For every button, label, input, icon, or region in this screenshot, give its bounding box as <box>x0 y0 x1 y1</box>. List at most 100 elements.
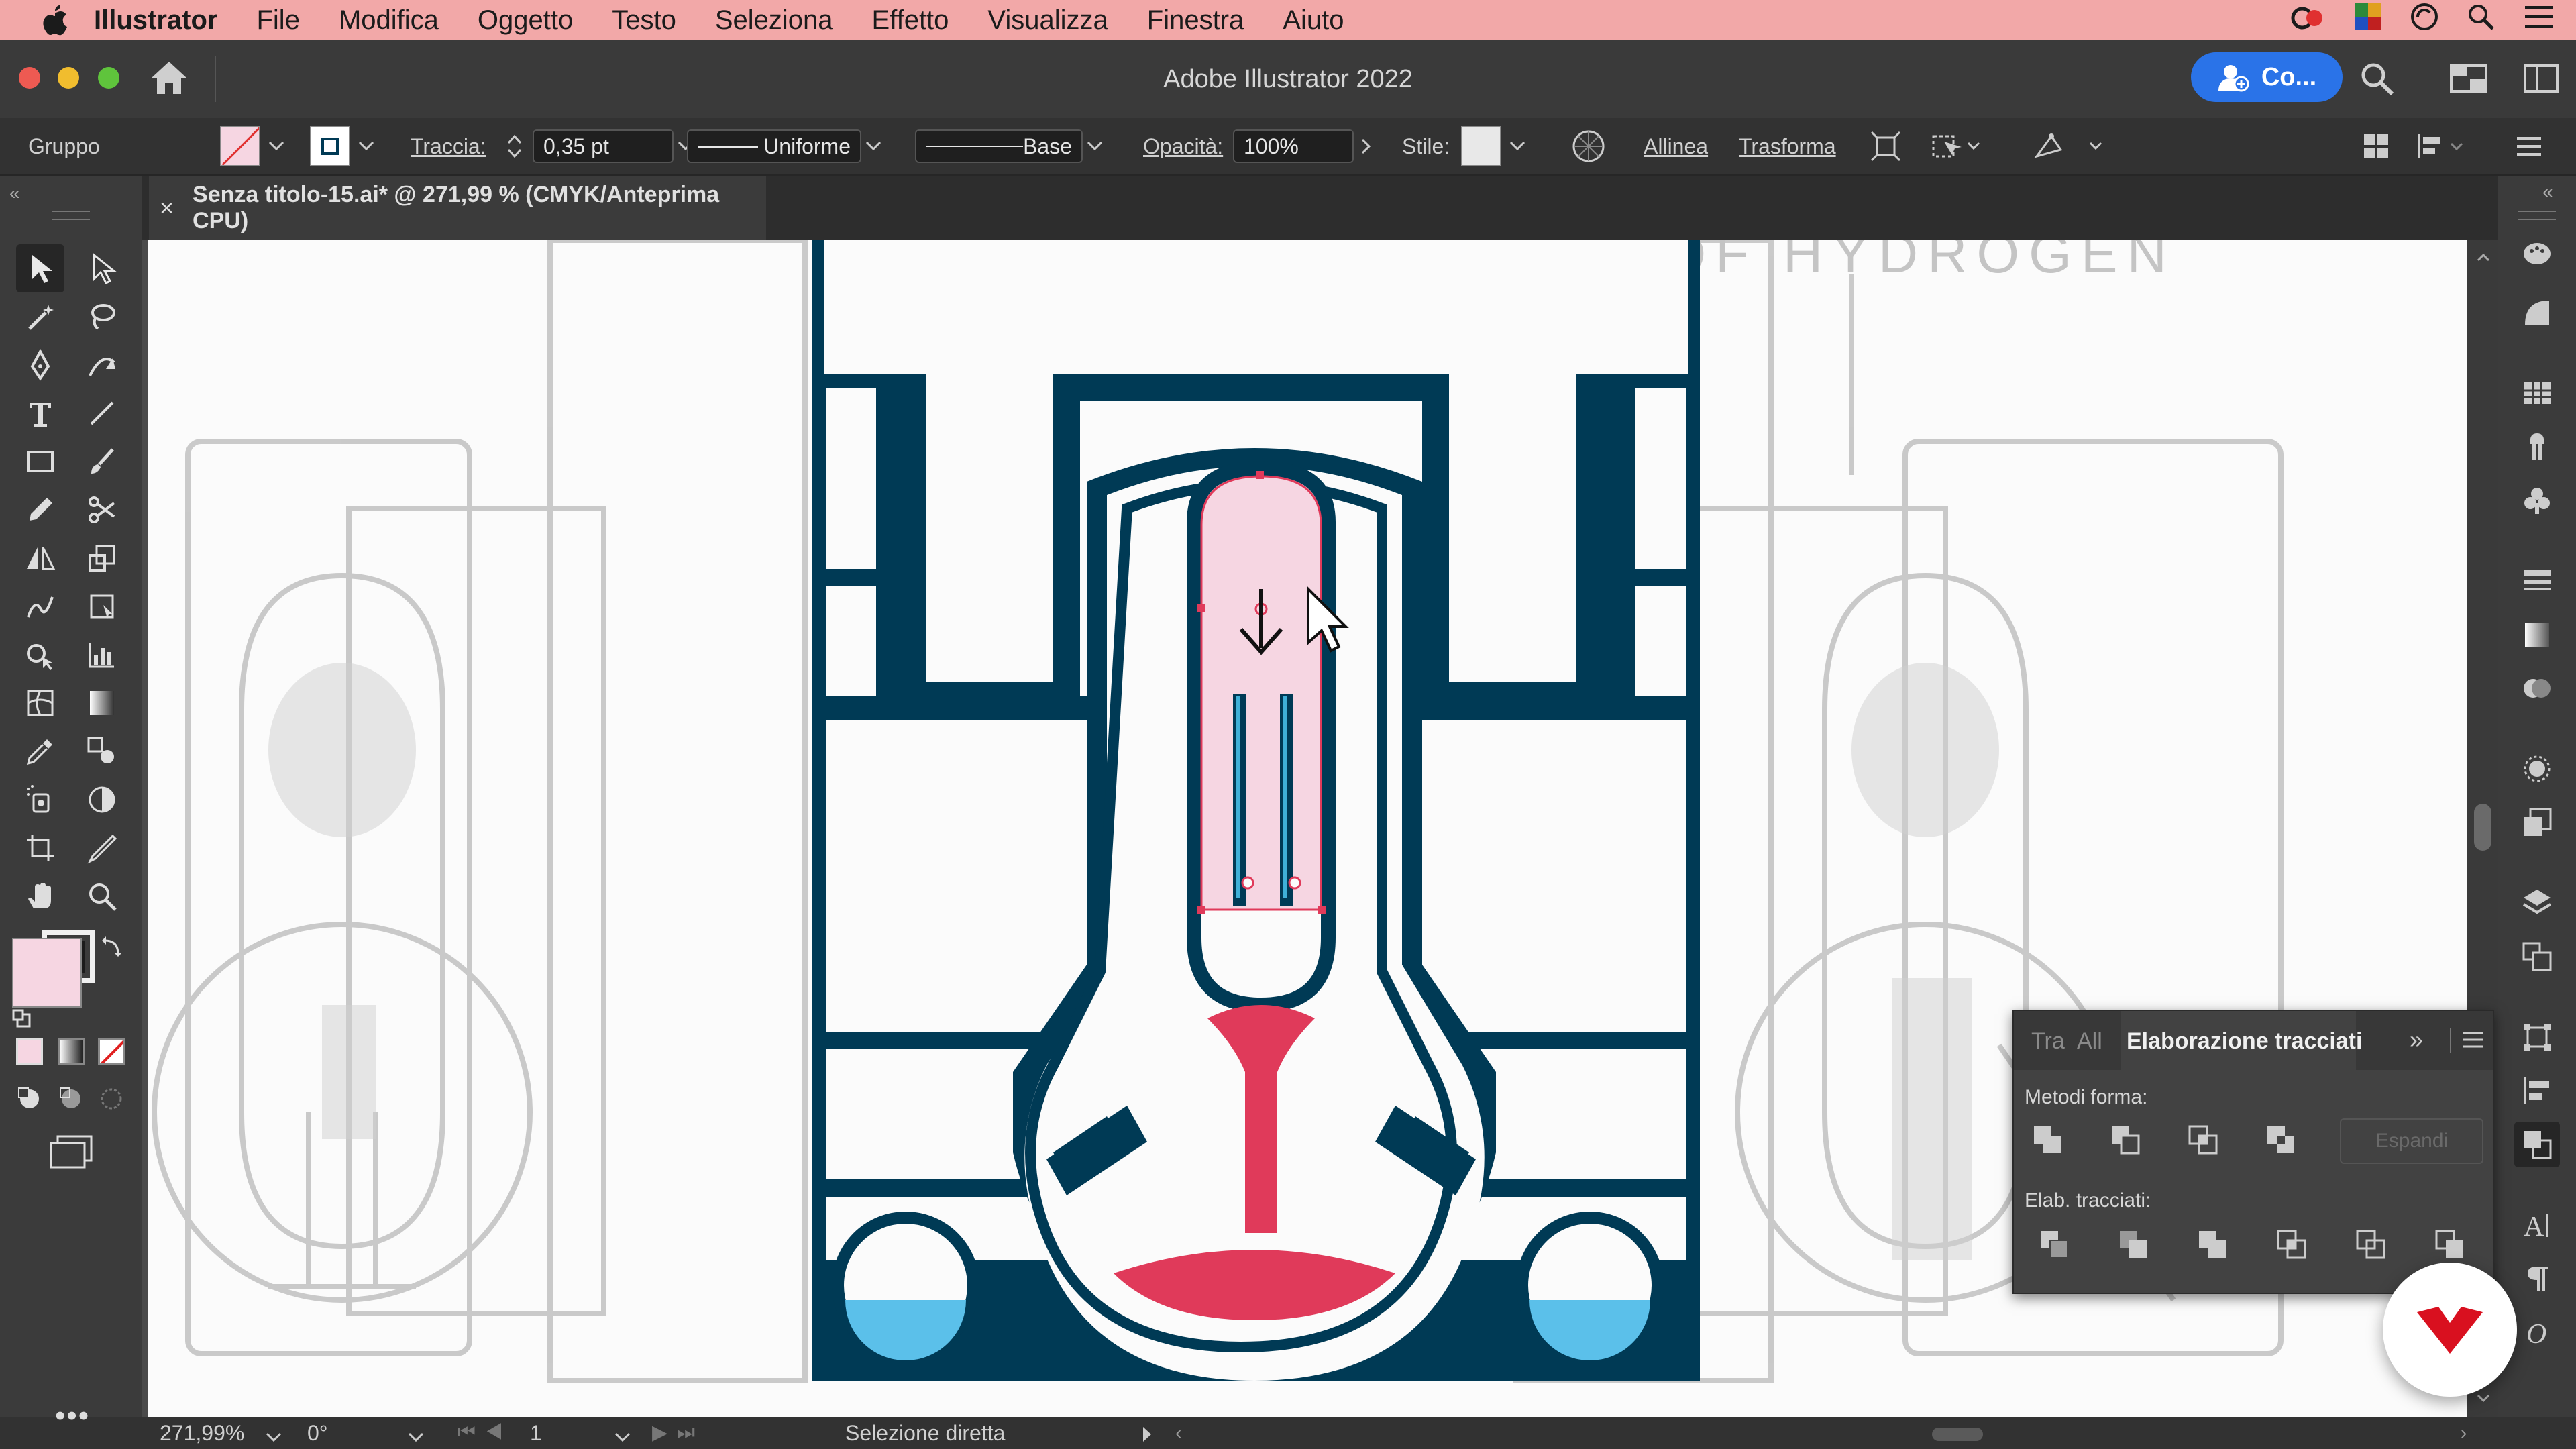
menu-app-name[interactable]: Illustrator <box>94 5 217 36</box>
line-segment-tool-icon[interactable] <box>78 389 126 437</box>
align-options-icon[interactable] <box>2415 118 2469 174</box>
zoom-chevron-icon[interactable] <box>266 1424 282 1448</box>
menu-seleziona[interactable]: Seleziona <box>715 5 833 36</box>
pathfinder-panel-icon[interactable] <box>2514 1122 2560 1167</box>
minimize-window-button[interactable] <box>58 67 79 89</box>
reflect-tool-icon[interactable] <box>16 534 64 582</box>
free-transform-tool-icon[interactable] <box>78 582 126 631</box>
artboard-number-field[interactable]: 1 <box>530 1418 542 1448</box>
rectangle-tool-icon[interactable] <box>16 437 64 486</box>
menu-file[interactable]: File <box>256 5 299 36</box>
puppet-warp-icon[interactable] <box>2031 118 2105 174</box>
character-panel-icon[interactable]: A <box>2514 1202 2560 1248</box>
brush-chevron-icon[interactable] <box>1083 129 1107 163</box>
minus-front-icon[interactable] <box>2104 1118 2147 1161</box>
fill-color-swatch[interactable] <box>12 938 82 1008</box>
status-menu-arrow-icon[interactable] <box>1142 1424 1152 1448</box>
stroke-dropdown-chevron-icon[interactable] <box>354 129 378 163</box>
type-tool-icon[interactable] <box>16 389 64 437</box>
blend-tool-icon[interactable] <box>78 727 126 775</box>
brushes-panel-icon[interactable] <box>2514 424 2560 470</box>
pencil-tool-icon[interactable] <box>16 486 64 534</box>
selection-tool-icon[interactable] <box>16 244 64 292</box>
scale-tool-icon[interactable] <box>78 534 126 582</box>
zoom-tool-icon[interactable] <box>78 872 126 920</box>
menu-visualizza[interactable]: Visualizza <box>987 5 1108 36</box>
symbol-sprayer-tool-icon[interactable] <box>16 775 64 824</box>
shape-builder-tool-icon[interactable] <box>16 631 64 679</box>
isolate-group-icon[interactable] <box>1869 118 1902 174</box>
opacity-label[interactable]: Opacità: <box>1143 118 1223 174</box>
draw-normal-icon[interactable] <box>16 1085 43 1112</box>
zoom-level-field[interactable]: 271,99% <box>160 1418 244 1448</box>
exclude-icon[interactable] <box>2259 1118 2302 1161</box>
swatches-panel-icon[interactable] <box>2514 370 2560 416</box>
panel-layout-icon[interactable] <box>2524 63 2559 97</box>
close-window-button[interactable] <box>19 67 40 89</box>
gradient-panel-icon[interactable] <box>2514 290 2560 335</box>
paragraph-panel-icon[interactable] <box>2514 1256 2560 1301</box>
lasso-tool-icon[interactable] <box>78 292 126 341</box>
transparency-panel-icon[interactable] <box>2514 665 2560 711</box>
rotation-chevron-icon[interactable] <box>408 1424 424 1448</box>
panel-menu-icon[interactable] <box>2462 1030 2485 1056</box>
screen-mode-icon[interactable] <box>48 1134 94 1172</box>
opentype-panel-icon[interactable]: O <box>2514 1309 2560 1355</box>
fill-dropdown-chevron-icon[interactable] <box>264 129 288 163</box>
draw-inside-icon[interactable] <box>98 1085 125 1112</box>
slice-tool-icon[interactable] <box>78 824 126 872</box>
select-similar-icon[interactable] <box>1929 118 1983 174</box>
swap-fill-stroke-icon[interactable] <box>101 934 125 961</box>
align-panel-icon[interactable] <box>2514 1068 2560 1114</box>
menu-modifica[interactable]: Modifica <box>339 5 439 36</box>
none-mode-button[interactable] <box>98 1038 125 1065</box>
expand-panels-icon[interactable]: « <box>2542 181 2553 203</box>
vertical-scroll-thumb[interactable] <box>2474 804 2491 851</box>
gradient-mode-button[interactable] <box>58 1038 85 1065</box>
horizontal-scroll-thumb[interactable] <box>1932 1428 1983 1441</box>
outline-icon[interactable] <box>2349 1223 2392 1266</box>
control-bar-menu-icon[interactable] <box>2514 118 2544 174</box>
edit-toolbar-more-icon[interactable]: ••• <box>55 1399 90 1433</box>
document-tab[interactable]: × Senza titolo-15.ai* @ 271,99 % (CMYK/A… <box>149 176 766 240</box>
graphic-styles-icon[interactable] <box>2514 800 2560 845</box>
layers-panel-icon[interactable] <box>2514 880 2560 926</box>
stroke-weight-stepper[interactable] <box>504 118 525 174</box>
artboard-chevron-icon[interactable] <box>614 1424 631 1448</box>
fill-swatch[interactable] <box>220 126 260 166</box>
horizontal-scrollbar[interactable]: ‹ › <box>1175 1422 2477 1443</box>
color-mode-button[interactable] <box>16 1038 43 1065</box>
close-tab-icon[interactable]: × <box>160 194 174 222</box>
stroke-weight-input[interactable]: 0,35 pt <box>533 129 674 163</box>
scroll-up-chevron-icon[interactable] <box>2477 252 2490 265</box>
style-chevron-icon[interactable] <box>1505 129 1529 163</box>
magic-wand-tool-icon[interactable] <box>16 292 64 341</box>
direct-selection-tool-icon[interactable] <box>78 244 126 292</box>
crop-icon[interactable] <box>2270 1223 2313 1266</box>
scroll-right-chevron-icon[interactable]: › <box>2461 1422 2467 1444</box>
menu-aiuto[interactable]: Aiuto <box>1283 5 1344 36</box>
home-icon[interactable] <box>149 59 189 100</box>
intersect-icon[interactable] <box>2182 1118 2224 1161</box>
search-icon[interactable] <box>2359 60 2395 100</box>
draw-behind-icon[interactable] <box>58 1085 85 1112</box>
color-widget-icon[interactable] <box>2353 2 2383 38</box>
merge-icon[interactable] <box>2191 1223 2234 1266</box>
tab-align[interactable]: All <box>2077 1028 2102 1055</box>
paintbrush-tool-icon[interactable] <box>78 437 126 486</box>
graph-tool-icon[interactable] <box>78 631 126 679</box>
divide-icon[interactable] <box>2033 1223 2076 1266</box>
hand-tool-icon[interactable] <box>16 872 64 920</box>
creative-cloud-icon[interactable] <box>2289 2 2326 38</box>
share-button[interactable]: Co... <box>2191 52 2343 102</box>
scroll-down-chevron-icon[interactable] <box>2477 1394 2490 1407</box>
apple-menu-icon[interactable] <box>35 0 75 40</box>
live-paint-bucket-icon[interactable] <box>78 775 126 824</box>
stroke-label[interactable]: Traccia: <box>411 118 486 174</box>
recolor-artwork-icon[interactable] <box>1571 118 1606 174</box>
warp-tool-icon[interactable] <box>16 582 64 631</box>
artboard-first-prev-nav[interactable]: ⏮◀ <box>458 1421 513 1444</box>
variable-width-profile-select[interactable]: Uniforme <box>687 129 861 163</box>
panel-collapse-icon[interactable]: » <box>2410 1026 2423 1054</box>
curvature-tool-icon[interactable] <box>78 341 126 389</box>
